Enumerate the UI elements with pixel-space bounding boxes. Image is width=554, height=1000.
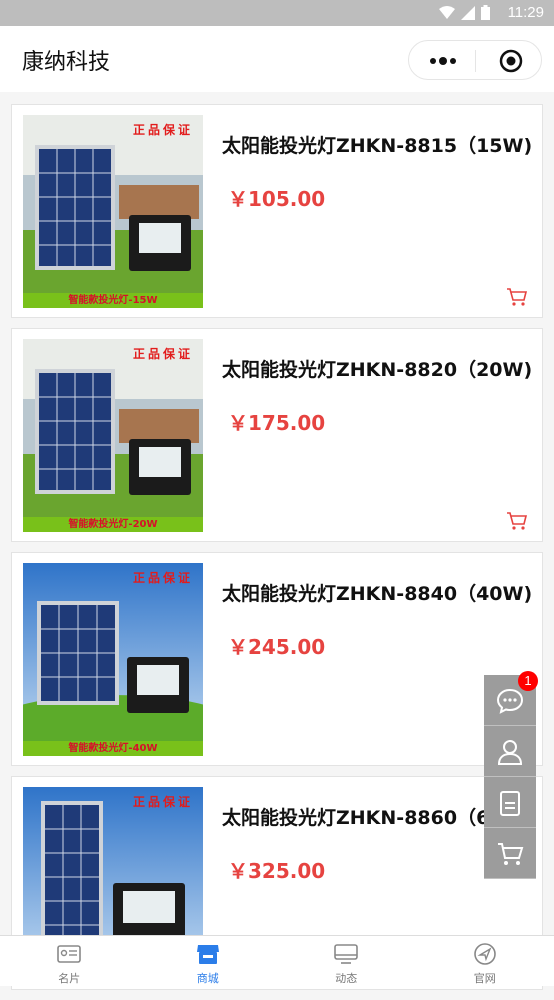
shop-icon <box>196 943 220 965</box>
product-price: ￥325.00 <box>228 855 325 884</box>
product-banner: 智能款投光灯-40W <box>23 741 203 756</box>
product-card[interactable]: 正品保证 智能款投光灯-15W 太阳能投光灯ZHKN-8815（15W) ￥10… <box>11 104 543 318</box>
add-to-cart-icon[interactable] <box>506 511 528 531</box>
product-card[interactable]: 正品保证 智能款投光灯-20W 太阳能投光灯ZHKN-8820（20W) ￥17… <box>11 328 543 542</box>
product-name[interactable]: 太阳能投光灯ZHKN-8820（20W) <box>222 355 532 382</box>
shopping-cart-icon <box>496 840 524 868</box>
page-title: 康纳科技 <box>22 44 110 76</box>
guarantee-stamp: 正品保证 <box>133 121 193 138</box>
product-name[interactable]: 太阳能投光灯ZHKN-8840（40W) <box>222 579 532 606</box>
tab-label: 商城 <box>139 970 278 986</box>
product-banner: 智能款投光灯-20W <box>23 517 203 532</box>
capsule-divider <box>475 50 476 72</box>
status-icons <box>439 5 490 20</box>
status-bar: 11:29 <box>0 0 554 26</box>
guarantee-stamp: 正品保证 <box>133 569 193 586</box>
status-time: 11:29 <box>508 4 544 21</box>
bottom-tab-bar: 名片 商城 动态 官网 <box>0 935 554 986</box>
tab-label: 官网 <box>416 970 554 986</box>
order-icon <box>496 789 524 817</box>
product-card[interactable]: 正品保证 智能款投光灯-40W 太阳能投光灯ZHKN-8840（40W) ￥24… <box>11 552 543 766</box>
tab-card[interactable]: 名片 <box>0 936 139 986</box>
tab-label: 动态 <box>277 970 416 986</box>
product-image[interactable]: 正品保证 智能款投光灯-15W <box>23 115 203 308</box>
mini-program-capsule <box>408 40 542 80</box>
card-icon <box>57 943 81 965</box>
product-image[interactable]: 正品保证 智能款投光灯-20W <box>23 339 203 532</box>
product-price: ￥105.00 <box>228 183 325 212</box>
product-list: 正品保证 智能款投光灯-15W 太阳能投光灯ZHKN-8815（15W) ￥10… <box>11 104 543 1000</box>
wifi-icon <box>439 6 455 19</box>
orders-button[interactable] <box>484 777 536 828</box>
guarantee-stamp: 正品保证 <box>133 793 193 810</box>
profile-button[interactable] <box>484 726 536 777</box>
tab-website[interactable]: 官网 <box>416 936 554 986</box>
guarantee-stamp: 正品保证 <box>133 345 193 362</box>
product-banner: 智能款投光灯-15W <box>23 293 203 308</box>
user-icon <box>496 738 524 766</box>
monitor-icon <box>334 943 358 965</box>
tab-news[interactable]: 动态 <box>277 936 416 986</box>
more-icon[interactable] <box>427 51 459 71</box>
tab-label: 名片 <box>0 970 139 986</box>
floating-toolbar: 1 <box>484 675 536 879</box>
product-price: ￥175.00 <box>228 407 325 436</box>
tab-shop[interactable]: 商城 <box>139 936 278 986</box>
product-name[interactable]: 太阳能投光灯ZHKN-8815（15W) <box>222 131 532 158</box>
product-price: ￥245.00 <box>228 631 325 660</box>
battery-icon <box>481 5 490 20</box>
nav-bar: 康纳科技 <box>0 26 554 92</box>
cart-button[interactable] <box>484 828 536 879</box>
close-target-icon[interactable] <box>499 49 523 73</box>
compass-icon <box>473 943 497 965</box>
chat-button[interactable]: 1 <box>484 675 536 726</box>
signal-icon <box>461 6 475 20</box>
add-to-cart-icon[interactable] <box>506 287 528 307</box>
message-badge: 1 <box>518 671 538 691</box>
product-image[interactable]: 正品保证 智能款投光灯-40W <box>23 563 203 756</box>
chat-bubble-icon <box>496 687 524 715</box>
